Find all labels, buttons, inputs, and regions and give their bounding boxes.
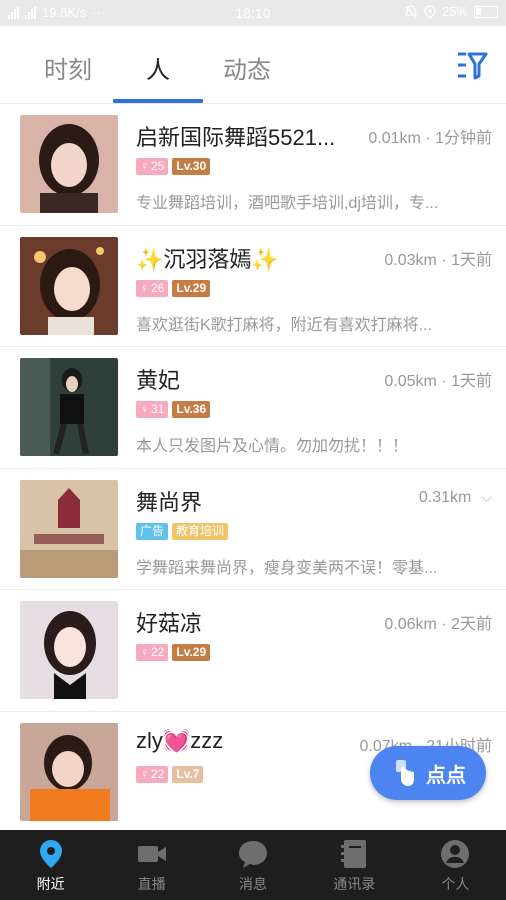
age-badge: ♀ 22 [136,644,169,661]
gender-icon: ♀ [140,402,149,416]
avatar[interactable] [20,358,118,456]
nav-label: 消息 [239,876,267,892]
level-badge: Lv.29 [172,644,211,661]
nav-profile[interactable]: 个人 [405,830,506,900]
list-item[interactable]: 启新国际舞蹈5521... 0.01km · 1分钟前 ♀ 25 Lv.30 专业… [0,104,506,226]
status-bar: 19.8K/s ··· 18:10 25% [0,0,506,26]
list-item[interactable]: ✨沉羽落嫣✨ 0.03km · 1天前 ♀ 26 Lv.29 喜欢逛街K歌打麻将，… [0,226,506,347]
filter-icon[interactable] [456,50,488,80]
person-icon [441,840,470,868]
badges: 广告 教育培训 [136,522,229,540]
badges: ♀ 31 Lv.36 [136,401,211,418]
active-tab-indicator [113,99,203,103]
distance-time: 0.01km · 1分钟前 [368,130,492,147]
nav-nearby[interactable]: 附近 [0,830,101,900]
gender-icon: ♀ [140,645,149,659]
age-badge: ♀ 25 [136,158,169,175]
user-signature: 本人只发图片及心情。勿加勿扰！！！ [136,438,409,455]
user-name: 好菇凉 [136,611,203,636]
battery-icon [474,5,498,18]
nav-label: 个人 [441,876,470,892]
gender-icon: ♀ [140,766,149,781]
nearby-people-list: 启新国际舞蹈5521... 0.01km · 1分钟前 ♀ 25 Lv.30 专业… [0,104,506,833]
distance: 0.31km ⌵ [418,488,492,506]
nav-live[interactable]: 直播 [101,830,202,900]
nav-contacts[interactable]: 通讯录 [304,830,405,900]
list-item[interactable]: 好菇凉 0.06km · 2天前 ♀ 22 Lv.29 [0,590,506,712]
gender-icon: ♀ [140,159,149,173]
age-badge: ♀ 26 [136,279,169,297]
status-right: 25% [404,4,498,19]
level-badge: Lv.36 [172,401,211,418]
level-badge: Lv.29 [172,279,211,297]
distance-time: 0.05km · 1天前 [384,373,492,390]
distance-time: 0.03km · 1天前 [384,251,492,269]
ad-list-item[interactable]: 舞尚界 0.31km ⌵ 广告 教育培训 学舞蹈来舞尚界，瘦身变美两不误！零基..… [0,469,506,590]
user-name: 启新国际舞蹈5521... [136,125,336,150]
age-badge: ♀ 22 [136,765,169,783]
tab-moments[interactable]: 时刻 [44,50,92,85]
tab-people[interactable]: 人 [146,50,170,85]
level-badge: Lv.7 [172,765,204,783]
ad-description: 学舞蹈来舞尚界，瘦身变美两不误！零基... [136,559,438,577]
badges: ♀ 22 Lv.7 [136,765,204,783]
badges: ♀ 25 Lv.30 [136,158,211,175]
chat-bubble-icon [239,841,267,868]
avatar[interactable] [20,722,118,821]
bottom-nav: 附近 直播 消息 通讯录 个人 [0,830,506,900]
address-book-icon [341,840,367,868]
category-badge: 教育培训 [172,522,229,540]
location-icon [424,4,436,19]
tab-feed[interactable]: 动态 [223,50,271,85]
age-badge: ♀ 31 [136,401,169,418]
badges: ♀ 22 Lv.29 [136,644,211,661]
silent-bell-icon [405,4,417,17]
list-item[interactable]: 黄妃 0.05km · 1天前 ♀ 31 Lv.36 本人只发图片及心情。勿加勿扰… [0,347,506,469]
location-pin-icon [39,840,62,868]
user-signature: 喜欢逛街K歌打麻将，附近有喜欢打麻将... [136,316,433,334]
top-tab-bar: 时刻 人 动态 [0,26,506,104]
avatar[interactable] [20,115,118,213]
distance-time: 0.06km · 2天前 [384,616,492,633]
diandian-button[interactable]: 点点 [370,746,486,800]
ad-badge: 广告 [136,522,169,540]
user-name: zly💓zzz [136,727,224,753]
diandian-label: 点点 [426,764,466,787]
nav-messages[interactable]: 消息 [202,830,303,900]
level-badge: Lv.30 [172,158,211,175]
business-name: 舞尚界 [136,489,203,515]
hand-tap-icon [396,760,414,786]
nav-label: 附近 [36,876,65,892]
video-camera-icon [137,846,166,862]
chevron-down-icon[interactable]: ⌵ [481,489,492,506]
avatar[interactable] [20,236,118,335]
nav-label: 通讯录 [333,876,376,892]
avatar[interactable] [20,479,118,578]
battery-percent: 25% [441,4,468,19]
badges: ♀ 26 Lv.29 [136,279,211,297]
user-name: ✨沉羽落嫣✨ [136,246,279,272]
user-name: 黄妃 [136,368,181,393]
user-signature: 专业舞蹈培训，酒吧歌手培训,dj培训，专... [136,195,439,212]
gender-icon: ♀ [140,280,149,295]
nav-label: 直播 [137,876,166,892]
avatar[interactable] [20,601,118,699]
